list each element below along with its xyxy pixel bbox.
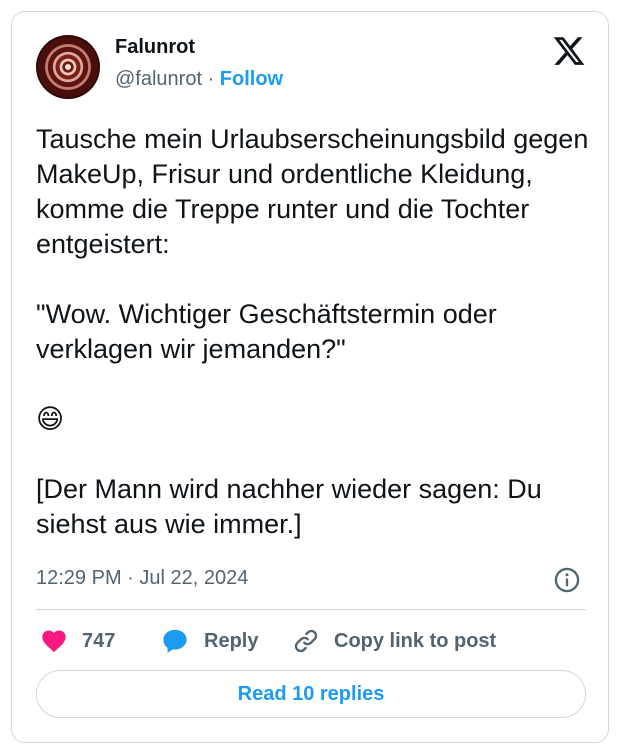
copy-link-button[interactable]: Copy link to post	[292, 624, 496, 658]
like-button[interactable]: 747	[40, 624, 115, 658]
x-logo-icon[interactable]	[552, 34, 586, 68]
read-replies-label: Read 10 replies	[237, 682, 385, 705]
reply-button[interactable]: Reply	[160, 624, 258, 658]
reply-bubble-icon	[163, 629, 187, 653]
link-icon	[294, 629, 318, 653]
like-count: 747	[82, 629, 116, 652]
author-name[interactable]: Falunrot	[115, 36, 195, 59]
read-replies-button[interactable]: Read 10 replies	[36, 670, 586, 718]
author-handle[interactable]: @falunrot	[115, 68, 202, 90]
handle-line: @falunrot · Follow	[115, 68, 283, 91]
info-icon[interactable]	[553, 566, 581, 594]
divider	[36, 609, 586, 610]
follow-link[interactable]: Follow	[220, 68, 283, 90]
handle-separator: ·	[202, 68, 220, 90]
action-bar: 747 Reply Copy link to post	[36, 624, 596, 658]
reply-label: Reply	[204, 629, 259, 652]
tweet-text: Tausche mein Urlaubserscheinungsbild geg…	[36, 124, 589, 539]
avatar[interactable]	[36, 35, 100, 99]
timestamp[interactable]: 12:29 PM · Jul 22, 2024	[36, 567, 248, 590]
tweet-card: Falunrot @falunrot · Follow Tausche mein…	[11, 11, 609, 743]
copy-link-label: Copy link to post	[334, 629, 497, 652]
heart-icon	[42, 630, 66, 653]
